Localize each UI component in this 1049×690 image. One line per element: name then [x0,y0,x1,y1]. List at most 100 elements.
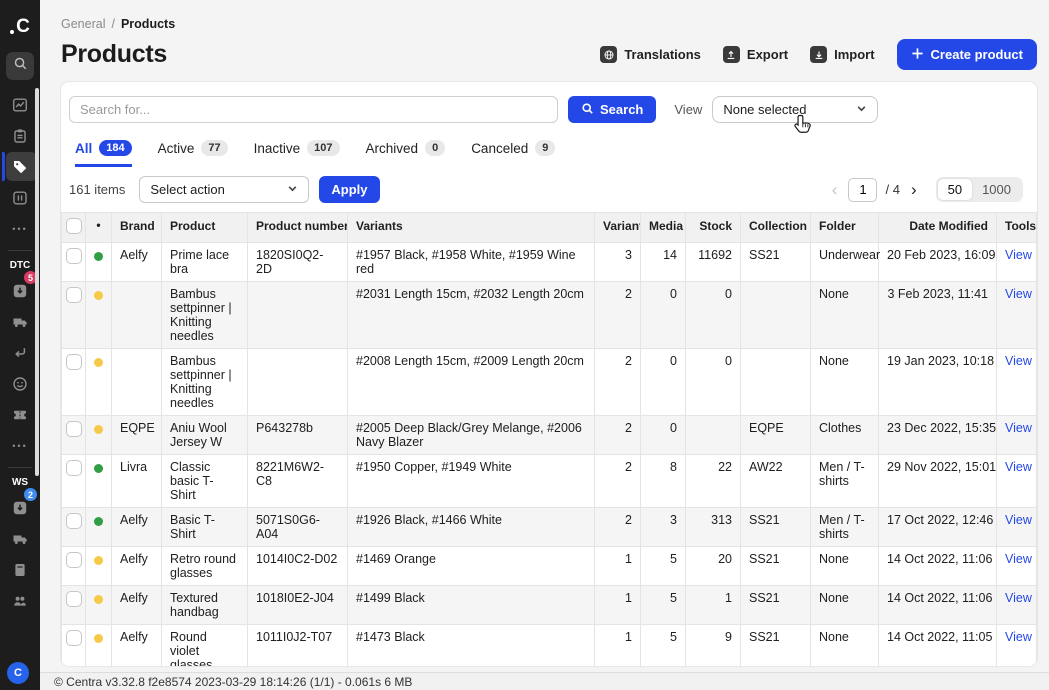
status-dot [94,595,103,604]
status-dot [94,291,103,300]
collection-cell: SS21 [741,508,811,547]
tab-archived[interactable]: Archived0 [366,140,446,167]
incoming-box-icon [12,500,28,516]
page-number-input[interactable] [848,178,877,202]
search-input[interactable] [69,96,558,123]
sidebar-item-reports[interactable] [2,182,38,213]
create-product-button[interactable]: Create product [897,39,1037,70]
sidebar-item-ws-invoices[interactable] [2,554,38,585]
export-button[interactable]: Export [723,46,788,63]
sidebar-item-more-dtc[interactable]: ••• [2,430,38,461]
view-link[interactable]: View [1005,421,1032,435]
date-modified-cell: 19 Jan 2023, 10:18 [879,349,997,416]
sidebar-item-more-general[interactable]: ••• [2,213,38,244]
tab-active[interactable]: Active77 [158,140,228,167]
view-link[interactable]: View [1005,460,1032,474]
col-brand[interactable]: Brand [112,213,162,243]
tab-count-badge: 184 [99,140,131,156]
table-row: Aelfy Textured handbag 1018I0E2-J04 #149… [62,586,1037,625]
sidebar-item-vouchers[interactable] [2,399,38,430]
view-select[interactable]: None selected [712,96,878,123]
sidebar-item-dtc-shipments[interactable] [2,306,38,337]
import-button[interactable]: Import [810,46,874,63]
sidebar-item-analytics[interactable] [2,89,38,120]
apply-button[interactable]: Apply [319,176,379,203]
view-link[interactable]: View [1005,513,1032,527]
sidebar-item-dtc-incoming[interactable]: 5 [2,275,38,306]
row-checkbox[interactable] [66,513,82,529]
sidebar-item-orders[interactable] [2,120,38,151]
variants-cell: #2008 Length 15cm, #2009 Length 20cm [348,349,595,416]
sidebar-item-ws-incoming[interactable]: 2 [2,492,38,523]
table-row: Aelfy Prime lace bra 1820SI0Q2-2D #1957 … [62,243,1037,282]
sidebar-item-products[interactable] [2,151,38,182]
col-product-number[interactable]: Product number [248,213,348,243]
translations-button[interactable]: Translations [600,46,701,63]
page-total: / 4 [885,182,899,197]
variant-count-cell: 1 [595,547,641,586]
page-size-1000[interactable]: 1000 [972,179,1021,200]
tab-count-badge: 9 [535,140,555,156]
sidebar-item-ws-shipments[interactable] [2,523,38,554]
brand-cell [112,349,162,416]
more-icon: ••• [12,224,27,234]
col-variant[interactable]: Variant [595,213,641,243]
search-button[interactable]: Search [568,96,656,123]
folder-cell: Underwear [811,243,879,282]
collection-cell: SS21 [741,625,811,667]
table-row: Bambus settpinner | Knitting needles #20… [62,349,1037,416]
sidebar-item-ws-accounts[interactable] [2,585,38,616]
row-checkbox[interactable] [66,421,82,437]
view-link[interactable]: View [1005,248,1032,262]
sidebar-item-dtc-returns[interactable] [2,337,38,368]
row-checkbox[interactable] [66,248,82,264]
col-product[interactable]: Product [162,213,248,243]
next-page-button[interactable]: › [908,181,920,198]
page-title: Products [61,40,167,69]
view-link[interactable]: View [1005,354,1032,368]
variants-cell: #1499 Black [348,586,595,625]
row-checkbox[interactable] [66,630,82,646]
status-dot [94,634,103,643]
select-all-checkbox[interactable] [66,218,82,234]
version-info: © Centra v3.32.8 f2e8574 2023-03-29 18:1… [54,675,412,689]
prev-page-button[interactable]: ‹ [829,181,841,198]
sidebar-item-customers[interactable] [2,368,38,399]
row-checkbox[interactable] [66,552,82,568]
row-checkbox[interactable] [66,354,82,370]
variants-cell: #1957 Black, #1958 White, #1959 Wine red [348,243,595,282]
tab-all[interactable]: All184 [75,140,132,167]
sidebar-search-button[interactable] [6,52,34,80]
tab-canceled[interactable]: Canceled9 [471,140,555,167]
row-checkbox[interactable] [66,591,82,607]
action-select[interactable]: Select action [139,176,309,203]
user-avatar[interactable]: C [7,662,29,684]
col-media[interactable]: Media [641,213,686,243]
date-modified-cell: 3 Feb 2023, 11:41 [879,282,997,349]
date-modified-cell: 14 Oct 2022, 11:06 [879,547,997,586]
row-checkbox[interactable] [66,460,82,476]
col-variants[interactable]: Variants [348,213,595,243]
table-header-row: • Brand Product Product number Variants … [62,213,1037,243]
collection-cell: SS21 [741,547,811,586]
view-link[interactable]: View [1005,591,1032,605]
chevron-down-icon [287,182,298,197]
view-label: View [674,102,702,117]
tab-inactive[interactable]: Inactive107 [254,140,340,167]
view-link[interactable]: View [1005,630,1032,644]
stock-cell: 1 [686,586,741,625]
col-date-modified[interactable]: Date Modified [879,213,997,243]
col-stock[interactable]: Stock [686,213,741,243]
row-checkbox[interactable] [66,287,82,303]
main-area: General / Products Products Translations… [40,0,1049,672]
page-size-50[interactable]: 50 [938,179,972,200]
breadcrumb-parent[interactable]: General [61,17,105,31]
col-collection[interactable]: Collection [741,213,811,243]
view-link[interactable]: View [1005,287,1032,301]
pagination: ‹ / 4 › 50 1000 [829,177,1023,202]
product-cell: Textured handbag [162,586,248,625]
product-number-cell: 1820SI0Q2-2D [248,243,348,282]
col-folder[interactable]: Folder [811,213,879,243]
sidebar-scrollbar[interactable] [35,88,39,476]
view-link[interactable]: View [1005,552,1032,566]
